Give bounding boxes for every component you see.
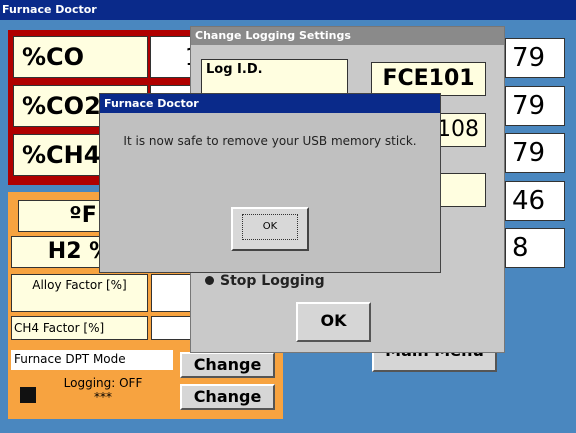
message-ok-button[interactable]: OK xyxy=(231,207,309,251)
radio-icon xyxy=(205,276,214,285)
app-title: Furnace Doctor xyxy=(2,3,97,16)
logging-indicator xyxy=(20,387,36,403)
stop-logging-option[interactable]: Stop Logging xyxy=(205,273,325,289)
log-id-value[interactable]: FCE101 xyxy=(371,62,486,96)
logging-ok-button[interactable]: OK xyxy=(296,302,371,342)
logging-dialog-title: Change Logging Settings xyxy=(191,27,504,45)
alloy-factor-value xyxy=(151,274,191,312)
logging-stars: *** xyxy=(94,390,112,404)
right-value-4: 46 xyxy=(505,181,565,221)
message-text: It is now safe to remove your USB memory… xyxy=(123,134,417,148)
right-value-5: 8 xyxy=(505,228,565,268)
ch4-factor-value xyxy=(151,316,191,340)
right-value-2: 79 xyxy=(505,86,565,126)
usb-message-box: Furnace Doctor It is now safe to remove … xyxy=(99,93,441,273)
gas-label-co: %CO xyxy=(13,36,148,78)
ch4-factor-label: CH4 Factor [%] xyxy=(11,316,148,340)
message-title: Furnace Doctor xyxy=(100,94,440,113)
furnace-mode-label: Furnace DPT Mode xyxy=(11,350,173,370)
message-ok-label: OK xyxy=(242,214,298,240)
right-value-1: 79 xyxy=(505,38,565,78)
right-value-3: 79 xyxy=(505,133,565,173)
app-title-bar: Furnace Doctor xyxy=(0,0,576,20)
logging-change-button[interactable]: Change xyxy=(180,384,275,410)
mode-change-button[interactable]: Change xyxy=(180,352,275,378)
logging-status-text: Logging: OFF xyxy=(63,376,143,390)
alloy-factor-label: Alloy Factor [%] xyxy=(11,274,148,312)
logging-status: Logging: OFF *** xyxy=(48,376,158,404)
stop-logging-label: Stop Logging xyxy=(220,273,325,289)
